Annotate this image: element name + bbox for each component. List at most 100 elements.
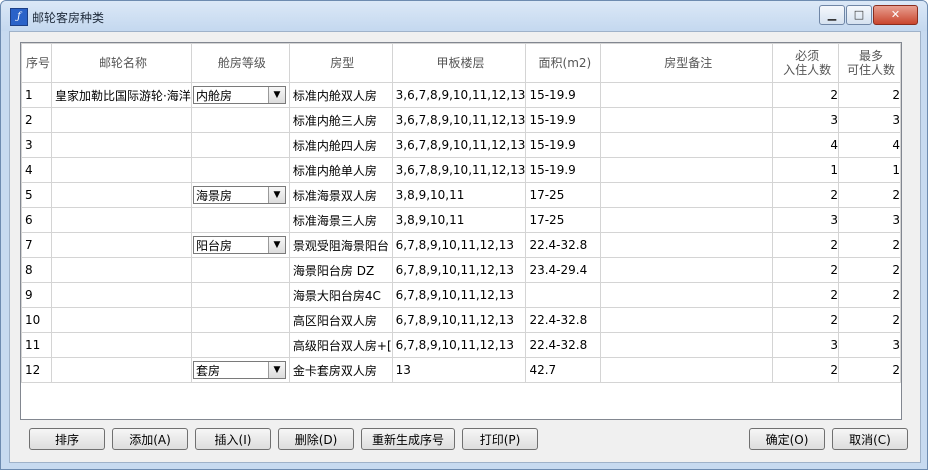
room-type-cell[interactable]: 海景大阳台房4C — [288, 282, 393, 308]
min-occupancy-cell[interactable]: 2 — [772, 357, 840, 383]
insert-button[interactable]: 插入(I) — [195, 428, 271, 450]
room-type-cell[interactable]: 金卡套房双人房 — [288, 357, 393, 383]
ship-name-cell[interactable] — [50, 182, 192, 208]
deck-cell[interactable]: 6,7,8,9,10,11,12,13 — [391, 307, 527, 333]
room-note-cell[interactable] — [600, 132, 774, 158]
cabin-class-cell[interactable]: 海景房 ▼ — [190, 182, 290, 208]
ship-name-cell[interactable] — [50, 282, 192, 308]
renumber-button[interactable]: 重新生成序号 — [361, 428, 455, 450]
deck-cell[interactable]: 3,6,7,8,9,10,11,12,13 — [391, 82, 527, 108]
min-occupancy-cell[interactable]: 2 — [772, 307, 840, 333]
room-note-cell[interactable] — [600, 307, 774, 333]
max-occupancy-cell[interactable]: 2 — [838, 232, 901, 258]
table-row[interactable]: 8 海景阳台房 DZ 6,7,8,9,10,11,12,13 23.4-29.4 2 2 — [21, 257, 901, 283]
min-occupancy-cell[interactable]: 2 — [772, 257, 840, 283]
ship-name-cell[interactable]: 皇家加勒比国际游轮·海洋 — [50, 82, 192, 108]
print-button[interactable]: 打印(P) — [462, 428, 538, 450]
cabin-class-cell[interactable]: 内舱房 ▼ — [190, 82, 290, 108]
deck-cell[interactable]: 6,7,8,9,10,11,12,13 — [391, 257, 527, 283]
cabin-class-cell[interactable] — [190, 332, 290, 358]
column-header[interactable]: 面积(m2) — [525, 43, 602, 83]
cabin-class-cell[interactable] — [190, 257, 290, 283]
table-row[interactable]: 1 皇家加勒比国际游轮·海洋 内舱房 ▼ 标准内舱双人房 3,6,7,8,9,10,11,… — [21, 82, 901, 108]
column-header[interactable]: 邮轮名称 — [50, 43, 192, 83]
column-header[interactable]: 必须 入住人数 — [772, 43, 840, 83]
area-cell[interactable]: 22.4-32.8 — [525, 232, 602, 258]
room-note-cell[interactable] — [600, 157, 774, 183]
row-number-cell[interactable]: 12 — [21, 357, 52, 383]
table-row[interactable]: 10 高区阳台双人房 6,7,8,9,10,11,12,13 22.4-32.8 2 2 — [21, 307, 901, 333]
row-number-cell[interactable]: 6 — [21, 207, 52, 233]
max-occupancy-cell[interactable]: 2 — [838, 307, 901, 333]
cabin-class-cell[interactable] — [190, 107, 290, 133]
table-row[interactable]: 12 套房 ▼ 金卡套房双人房 13 42.7 2 2 — [21, 357, 901, 383]
table-row[interactable]: 4 标准内舱单人房 3,6,7,8,9,10,11,12,13 15-19.9 1 1 — [21, 157, 901, 183]
min-occupancy-cell[interactable]: 3 — [772, 332, 840, 358]
table-row[interactable]: 6 标准海景三人房 3,8,9,10,11 17-25 3 3 — [21, 207, 901, 233]
max-occupancy-cell[interactable]: 2 — [838, 282, 901, 308]
area-cell[interactable]: 22.4-32.8 — [525, 307, 602, 333]
room-type-cell[interactable]: 高级阳台双人房+[ — [288, 332, 393, 358]
ship-name-cell[interactable] — [50, 107, 192, 133]
table-row[interactable]: 3 标准内舱四人房 3,6,7,8,9,10,11,12,13 15-19.9 4 4 — [21, 132, 901, 158]
room-note-cell[interactable] — [600, 232, 774, 258]
dropdown-arrow-icon[interactable]: ▼ — [267, 237, 285, 253]
room-type-cell[interactable]: 标准内舱四人房 — [288, 132, 393, 158]
room-note-cell[interactable] — [600, 107, 774, 133]
deck-cell[interactable]: 3,8,9,10,11 — [391, 207, 527, 233]
max-occupancy-cell[interactable]: 2 — [838, 257, 901, 283]
cabin-class-cell[interactable] — [190, 207, 290, 233]
deck-cell[interactable]: 3,6,7,8,9,10,11,12,13 — [391, 107, 527, 133]
room-note-cell[interactable] — [600, 82, 774, 108]
room-type-cell[interactable]: 景观受阻海景阳台 — [288, 232, 393, 258]
row-number-cell[interactable]: 1 — [21, 82, 52, 108]
cabin-class-select[interactable]: 内舱房 ▼ — [192, 86, 286, 104]
room-type-cell[interactable]: 高区阳台双人房 — [288, 307, 393, 333]
cabin-class-cell[interactable]: 套房 ▼ — [190, 357, 290, 383]
cabin-class-select[interactable]: 海景房 ▼ — [192, 186, 286, 204]
cancel-button[interactable]: 取消(C) — [832, 428, 908, 450]
ship-name-cell[interactable] — [50, 207, 192, 233]
ship-name-cell[interactable] — [50, 157, 192, 183]
close-button[interactable]: ✕ — [873, 5, 918, 25]
area-cell[interactable] — [525, 282, 602, 308]
area-cell[interactable]: 23.4-29.4 — [525, 257, 602, 283]
room-type-cell[interactable]: 标准海景双人房 — [288, 182, 393, 208]
row-number-cell[interactable]: 3 — [21, 132, 52, 158]
cabin-class-select[interactable]: 阳台房 ▼ — [192, 236, 286, 254]
sort-button[interactable]: 排序 — [29, 428, 105, 450]
room-type-cell[interactable]: 标准海景三人房 — [288, 207, 393, 233]
min-occupancy-cell[interactable]: 4 — [772, 132, 840, 158]
cabin-class-cell[interactable] — [190, 307, 290, 333]
max-occupancy-cell[interactable]: 3 — [838, 207, 901, 233]
table-row[interactable]: 7 阳台房 ▼ 景观受阻海景阳台 6,7,8,9,10,11,12,13 22.4-32.… — [21, 232, 901, 258]
room-note-cell[interactable] — [600, 257, 774, 283]
min-occupancy-cell[interactable]: 2 — [772, 232, 840, 258]
area-cell[interactable]: 15-19.9 — [525, 82, 602, 108]
room-type-cell[interactable]: 海景阳台房 DZ — [288, 257, 393, 283]
room-note-cell[interactable] — [600, 282, 774, 308]
ship-name-cell[interactable] — [50, 232, 192, 258]
ship-name-cell[interactable] — [50, 332, 192, 358]
ship-name-cell[interactable] — [50, 132, 192, 158]
table-row[interactable]: 9 海景大阳台房4C 6,7,8,9,10,11,12,13 2 2 — [21, 282, 901, 308]
room-note-cell[interactable] — [600, 182, 774, 208]
area-cell[interactable]: 17-25 — [525, 207, 602, 233]
row-number-cell[interactable]: 7 — [21, 232, 52, 258]
ship-name-cell[interactable] — [50, 357, 192, 383]
column-header[interactable]: 房型 — [288, 43, 393, 83]
room-note-cell[interactable] — [600, 357, 774, 383]
max-occupancy-cell[interactable]: 2 — [838, 182, 901, 208]
row-number-cell[interactable]: 8 — [21, 257, 52, 283]
table-row[interactable]: 2 标准内舱三人房 3,6,7,8,9,10,11,12,13 15-19.9 3 3 — [21, 107, 901, 133]
row-number-cell[interactable]: 5 — [21, 182, 52, 208]
room-type-cell[interactable]: 标准内舱三人房 — [288, 107, 393, 133]
cabin-class-cell[interactable] — [190, 282, 290, 308]
min-occupancy-cell[interactable]: 1 — [772, 157, 840, 183]
column-header[interactable]: 舱房等级 — [190, 43, 290, 83]
row-number-cell[interactable]: 10 — [21, 307, 52, 333]
area-cell[interactable]: 15-19.9 — [525, 107, 602, 133]
dropdown-arrow-icon[interactable]: ▼ — [267, 87, 285, 103]
max-occupancy-cell[interactable]: 3 — [838, 107, 901, 133]
dropdown-arrow-icon[interactable]: ▼ — [267, 362, 285, 378]
